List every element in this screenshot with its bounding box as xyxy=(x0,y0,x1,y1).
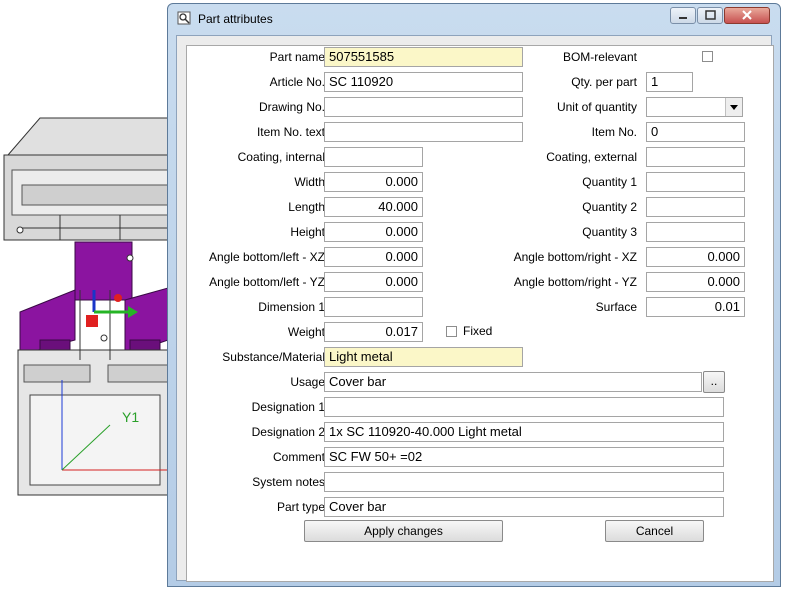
item-no-text-field[interactable] xyxy=(324,122,523,142)
weight-label: Weight xyxy=(287,325,325,339)
system-notes-field[interactable] xyxy=(324,472,724,492)
part-attributes-window: Part attributes Part name 507551585 Arti… xyxy=(167,3,781,587)
length-label: Length xyxy=(288,200,325,214)
window-title: Part attributes xyxy=(198,12,273,26)
coating-internal-field[interactable] xyxy=(324,147,423,167)
maximize-icon xyxy=(705,10,716,20)
surface-label: Surface xyxy=(595,300,637,314)
substance-field[interactable]: Light metal xyxy=(324,347,523,367)
dialog-client: Part name 507551585 Article No. SC 11092… xyxy=(176,35,774,582)
width-field[interactable]: 0.000 xyxy=(324,172,423,192)
usage-label: Usage xyxy=(290,375,325,389)
qty-per-part-label: Qty. per part xyxy=(571,75,637,89)
surface-field[interactable]: 0.01 xyxy=(646,297,745,317)
window-app-icon xyxy=(177,11,191,25)
axis-label: Y1 xyxy=(122,409,139,425)
profile-top-face xyxy=(6,117,169,159)
part-name-field[interactable]: 507551585 xyxy=(324,47,523,67)
quantity2-label: Quantity 2 xyxy=(582,200,637,214)
quantity1-label: Quantity 1 xyxy=(582,175,637,189)
designation1-label: Designation 1 xyxy=(251,400,325,414)
article-no-label: Article No. xyxy=(269,75,325,89)
coating-external-field[interactable] xyxy=(646,147,745,167)
angle-bl-yz-field[interactable]: 0.000 xyxy=(324,272,423,292)
designation2-field[interactable]: 1x SC 110920-40.000 Light metal xyxy=(324,422,724,442)
angle-bl-xz-field[interactable]: 0.000 xyxy=(324,247,423,267)
coating-internal-label: Coating, internal xyxy=(237,150,325,164)
item-no-text-label: Item No. text xyxy=(256,125,325,139)
unit-of-quantity-select[interactable] xyxy=(646,97,743,117)
coating-external-label: Coating, external xyxy=(546,150,637,164)
article-no-field[interactable]: SC 110920 xyxy=(324,72,523,92)
bom-relevant-checkbox[interactable] xyxy=(702,51,713,62)
unit-of-quantity-label: Unit of quantity xyxy=(556,100,637,114)
angle-br-yz-label: Angle bottom/right - YZ xyxy=(513,275,637,289)
quantity3-label: Quantity 3 xyxy=(582,225,637,239)
comment-label: Comment xyxy=(272,450,325,464)
minimize-button[interactable] xyxy=(670,7,696,24)
dimension1-label: Dimension 1 xyxy=(258,300,325,314)
chevron-down-icon[interactable] xyxy=(725,98,742,116)
angle-br-xz-field[interactable]: 0.000 xyxy=(646,247,745,267)
drawing-no-field[interactable] xyxy=(324,97,523,117)
close-button[interactable] xyxy=(724,7,770,24)
weight-field[interactable]: 0.017 xyxy=(324,322,423,342)
quantity3-field[interactable] xyxy=(646,222,745,242)
fixed-checkbox[interactable] xyxy=(446,326,457,337)
drawing-no-label: Drawing No. xyxy=(258,100,325,114)
angle-bl-xz-label: Angle bottom/left - XZ xyxy=(208,250,325,264)
item-no-label: Item No. xyxy=(591,125,637,139)
part-type-label: Part type xyxy=(276,500,325,514)
usage-field[interactable]: Cover bar xyxy=(324,372,702,392)
cancel-button[interactable]: Cancel xyxy=(605,520,704,542)
height-field[interactable]: 0.000 xyxy=(324,222,423,242)
designation1-field[interactable] xyxy=(324,397,724,417)
item-no-field[interactable]: 0 xyxy=(646,122,745,142)
minimize-icon xyxy=(679,17,687,19)
angle-bl-yz-label: Angle bottom/left - YZ xyxy=(209,275,325,289)
system-notes-label: System notes xyxy=(252,475,325,489)
maximize-button[interactable] xyxy=(697,7,723,24)
width-label: Width xyxy=(294,175,325,189)
fixed-label: Fixed xyxy=(463,324,493,338)
usage-browse-button[interactable]: .. xyxy=(703,371,725,393)
dimension1-field[interactable] xyxy=(324,297,423,317)
title-bar[interactable]: Part attributes xyxy=(168,4,780,32)
form-panel: Part name 507551585 Article No. SC 11092… xyxy=(186,45,774,582)
designation2-label: Designation 2 xyxy=(251,425,325,439)
qty-per-part-field[interactable]: 1 xyxy=(646,72,693,92)
length-field[interactable]: 40.000 xyxy=(324,197,423,217)
quantity1-field[interactable] xyxy=(646,172,745,192)
height-label: Height xyxy=(290,225,325,239)
part-type-field[interactable]: Cover bar xyxy=(324,497,724,517)
apply-changes-button[interactable]: Apply changes xyxy=(304,520,503,542)
comment-field[interactable]: SC FW 50+ =02 xyxy=(324,447,724,467)
quantity2-field[interactable] xyxy=(646,197,745,217)
angle-br-xz-label: Angle bottom/right - XZ xyxy=(513,250,637,264)
part-name-label: Part name xyxy=(269,50,325,64)
angle-br-yz-field[interactable]: 0.000 xyxy=(646,272,745,292)
substance-label: Substance/Material xyxy=(222,350,325,364)
close-icon xyxy=(742,10,752,20)
bom-relevant-label: BOM-relevant xyxy=(562,50,637,64)
